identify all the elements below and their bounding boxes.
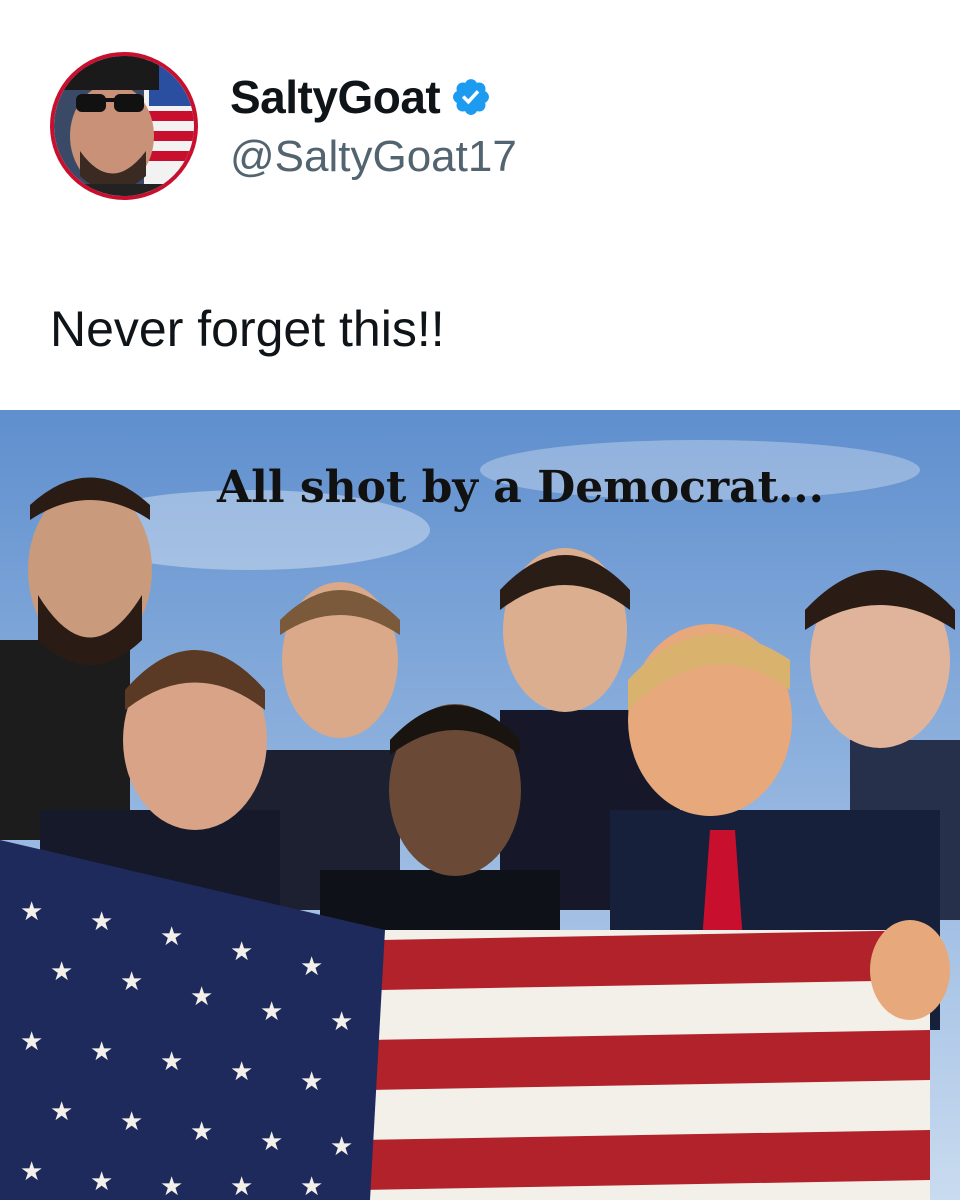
tweet-media-image[interactable]: ★ ★ ★ ★ ★ ★ ★ ★ ★ ★ ★ ★ ★ ★ ★ ★ ★ ★ ★ ★ ★ ★ ★ ★ ★ [0, 410, 960, 1200]
svg-text:★: ★ [160, 1047, 183, 1077]
svg-text:★: ★ [230, 1172, 253, 1200]
svg-text:★: ★ [160, 922, 183, 952]
display-name[interactable]: SaltyGoat [230, 70, 441, 124]
svg-text:★: ★ [20, 897, 43, 927]
avatar[interactable] [50, 52, 198, 200]
svg-text:★: ★ [260, 1127, 283, 1157]
svg-text:★: ★ [50, 1097, 73, 1127]
author-handle[interactable]: @SaltyGoat17 [230, 132, 517, 182]
tweet-header: SaltyGoat @SaltyGoat17 Never forget this… [0, 0, 960, 410]
svg-text:★: ★ [330, 1132, 353, 1162]
svg-text:★: ★ [260, 997, 283, 1027]
svg-text:★: ★ [90, 907, 113, 937]
svg-text:★: ★ [160, 1172, 183, 1200]
svg-text:★: ★ [120, 1107, 143, 1137]
tweet-text: Never forget this!! [50, 301, 445, 357]
svg-text:★: ★ [190, 982, 213, 1012]
svg-text:★: ★ [190, 1117, 213, 1147]
svg-text:★: ★ [20, 1027, 43, 1057]
verified-badge-icon [450, 76, 492, 118]
svg-text:★: ★ [90, 1037, 113, 1067]
svg-text:★: ★ [20, 1157, 43, 1187]
svg-text:★: ★ [120, 967, 143, 997]
author-name-row[interactable]: SaltyGoat [230, 70, 492, 124]
svg-text:★: ★ [300, 952, 323, 982]
avatar-image [54, 56, 194, 196]
svg-text:★: ★ [50, 957, 73, 987]
media-illustration: ★ ★ ★ ★ ★ ★ ★ ★ ★ ★ ★ ★ ★ ★ ★ ★ ★ ★ ★ ★ ★ ★ ★ ★ ★ [0, 410, 960, 1200]
svg-text:★: ★ [300, 1067, 323, 1097]
svg-text:★: ★ [330, 1007, 353, 1037]
svg-text:★: ★ [230, 937, 253, 967]
svg-text:★: ★ [90, 1167, 113, 1197]
svg-text:★: ★ [230, 1057, 253, 1087]
media-caption: All shot by a Democrat... [217, 462, 824, 513]
svg-text:★: ★ [300, 1172, 323, 1200]
